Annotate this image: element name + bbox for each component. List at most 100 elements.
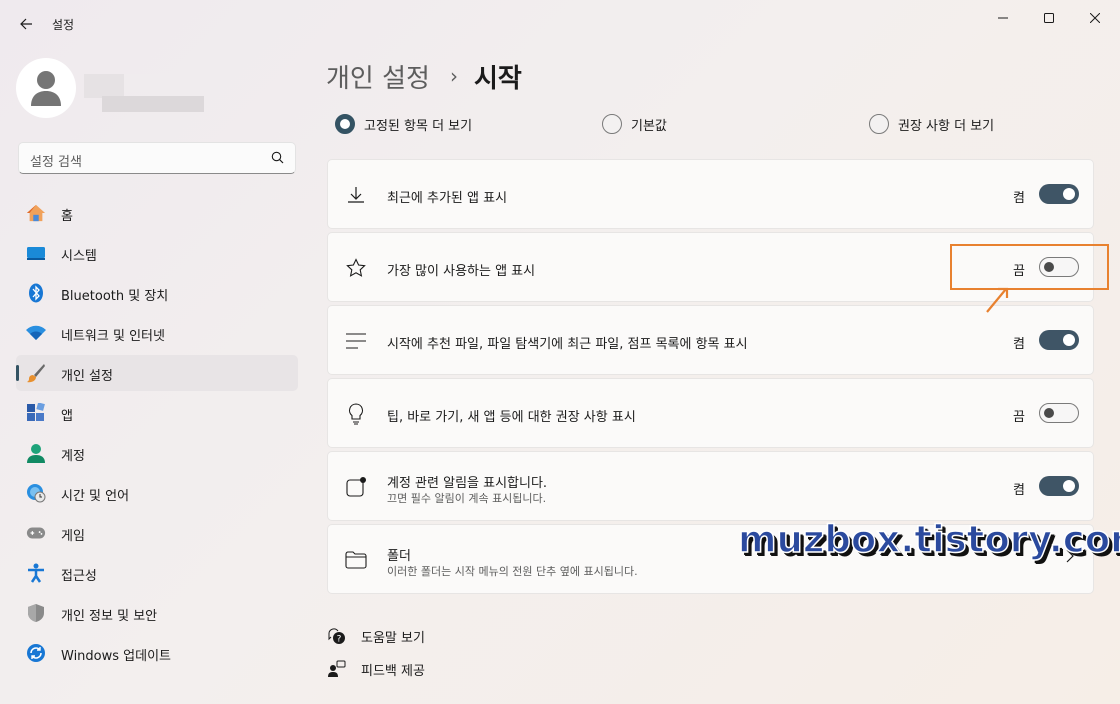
radio-button[interactable]: [335, 114, 355, 134]
account-icon: [26, 443, 46, 463]
radio-button[interactable]: [602, 114, 622, 134]
folder-icon: [344, 548, 368, 572]
toggle-state-label: 켬: [1013, 337, 1025, 352]
sidebar-item-privacy[interactable]: 개인 정보 및 보안: [16, 595, 298, 631]
list-icon: [344, 329, 368, 353]
setting-subtitle: 끄면 필수 알림이 계속 표시됩니다.: [387, 492, 547, 505]
search-placeholder: 설정 검색: [30, 155, 82, 170]
setting-tips-recommendations: 팁, 바로 가기, 새 앱 등에 대한 권장 사항 표시 끔: [327, 378, 1094, 448]
breadcrumb-parent[interactable]: 개인 설정: [326, 58, 430, 95]
star-icon: [344, 256, 368, 280]
radio-label: 고정된 항목 더 보기: [364, 118, 473, 134]
radio-button[interactable]: [869, 114, 889, 134]
sidebar-item-label: 홈: [61, 209, 73, 224]
setting-title: 최근에 추가된 앱 표시: [387, 191, 508, 206]
setting-title: 가장 많이 사용하는 앱 표시: [387, 264, 536, 279]
minimize-button[interactable]: [980, 4, 1026, 32]
svg-text:?: ?: [337, 635, 342, 645]
sidebar-item-home[interactable]: 홈: [16, 195, 298, 231]
bluetooth-icon: [26, 283, 46, 303]
brush-icon: [26, 363, 46, 383]
sidebar-item-label: 앱: [61, 409, 73, 424]
setting-title: 팁, 바로 가기, 새 앱 등에 대한 권장 사항 표시: [387, 410, 636, 425]
back-button[interactable]: [14, 12, 38, 36]
sidebar-item-system[interactable]: 시스템: [16, 235, 298, 271]
avatar: [16, 58, 76, 118]
help-link-label: 도움말 보기: [361, 630, 425, 646]
setting-recently-added-apps: 최근에 추가된 앱 표시 켬: [327, 159, 1094, 229]
toggle-switch[interactable]: [1039, 403, 1079, 423]
sidebar-item-label: Bluetooth 및 장치: [61, 289, 169, 304]
annotation-highlight-box: [950, 244, 1109, 290]
setting-recommended-files: 시작에 추천 파일, 파일 탐색기에 최근 파일, 점프 목록에 항목 표시 켬: [327, 305, 1094, 375]
apps-icon: [26, 403, 46, 423]
app-title: 설정: [52, 18, 75, 32]
blurred-username-2: [124, 74, 204, 92]
toggle-switch[interactable]: [1039, 184, 1079, 204]
sidebar-item-accessibility[interactable]: 접근성: [16, 555, 298, 591]
search-icon: [271, 151, 284, 164]
download-icon: [344, 183, 368, 207]
breadcrumb-separator: ›: [449, 64, 458, 88]
sidebar-item-time-language[interactable]: 시간 및 언어: [16, 475, 298, 511]
sidebar-nav: 홈 시스템 Bluetooth 및 장치 네트워크 및 인터넷 개인 설정 앱: [16, 195, 298, 675]
user-profile[interactable]: [16, 58, 316, 118]
sidebar-item-apps[interactable]: 앱: [16, 395, 298, 431]
title-bar: 설정: [0, 0, 1120, 48]
time-language-icon: [26, 483, 46, 503]
close-icon: [1090, 13, 1100, 23]
feedback-link-label: 피드백 제공: [361, 663, 425, 679]
setting-title: 폴더: [387, 549, 411, 564]
sidebar-item-gaming[interactable]: 게임: [16, 515, 298, 551]
toggle-state-label: 끔: [1013, 410, 1025, 425]
sidebar-item-label: 개인 설정: [61, 369, 113, 384]
toggle-state-label: 켬: [1013, 483, 1025, 498]
setting-title: 계정 관련 알림을 표시합니다.: [387, 476, 548, 491]
breadcrumb: 개인 설정 › 시작: [326, 56, 522, 96]
sidebar-item-personalization[interactable]: 개인 설정: [16, 355, 298, 391]
toggle-switch[interactable]: [1039, 330, 1079, 350]
blurred-username: [84, 74, 124, 98]
sidebar-item-label: 네트워크 및 인터넷: [61, 329, 165, 344]
help-link[interactable]: ? 도움말 보기: [327, 626, 425, 646]
accessibility-icon: [26, 563, 46, 583]
maximize-button[interactable]: [1026, 4, 1072, 32]
sidebar-item-network[interactable]: 네트워크 및 인터넷: [16, 315, 298, 351]
sidebar-item-label: 시스템: [61, 249, 97, 264]
search-input[interactable]: 설정 검색: [18, 142, 296, 174]
page-title: 시작: [473, 63, 522, 94]
setting-title: 시작에 추천 파일, 파일 탐색기에 최근 파일, 점프 목록에 항목 표시: [387, 337, 748, 352]
sidebar-item-accounts[interactable]: 계정: [16, 435, 298, 471]
sidebar-item-label: 접근성: [61, 569, 97, 584]
user-icon: [31, 71, 61, 106]
notification-icon: [344, 475, 368, 499]
layout-option-more-recommendations[interactable]: 권장 사항 더 보기: [869, 112, 994, 136]
setting-subtitle: 이러한 폴더는 시작 메뉴의 전원 단추 옆에 표시됩니다.: [387, 565, 638, 578]
back-arrow-icon: [20, 18, 32, 30]
system-icon: [26, 243, 46, 263]
toggle-state-label: 켬: [1013, 191, 1025, 206]
sidebar-item-label: 시간 및 언어: [61, 489, 130, 504]
radio-label: 기본값: [631, 118, 667, 134]
maximize-icon: [1044, 13, 1054, 23]
sidebar-item-label: 개인 정보 및 보안: [61, 609, 158, 624]
lightbulb-icon: [344, 402, 368, 426]
layout-option-default[interactable]: 기본값: [602, 112, 667, 136]
home-icon: [26, 203, 46, 223]
sidebar-item-bluetooth[interactable]: Bluetooth 및 장치: [16, 275, 298, 311]
feedback-link[interactable]: 피드백 제공: [327, 659, 425, 679]
radio-label: 권장 사항 더 보기: [898, 118, 995, 134]
watermark: muzbox.tistory.com: [737, 517, 1120, 562]
toggle-switch[interactable]: [1039, 476, 1079, 496]
shield-icon: [26, 603, 46, 623]
sidebar-item-label: 게임: [61, 529, 85, 544]
gamepad-icon: [26, 523, 46, 543]
update-icon: [26, 643, 46, 663]
annotation-arrow-icon: [986, 287, 1009, 313]
setting-account-notifications: 계정 관련 알림을 표시합니다. 끄면 필수 알림이 계속 표시됩니다. 켬: [327, 451, 1094, 521]
close-button[interactable]: [1072, 4, 1118, 32]
minimize-icon: [998, 17, 1008, 19]
sidebar-item-windows-update[interactable]: Windows 업데이트: [16, 635, 298, 671]
wifi-icon: [26, 323, 46, 343]
layout-option-more-pins[interactable]: 고정된 항목 더 보기: [335, 112, 472, 136]
